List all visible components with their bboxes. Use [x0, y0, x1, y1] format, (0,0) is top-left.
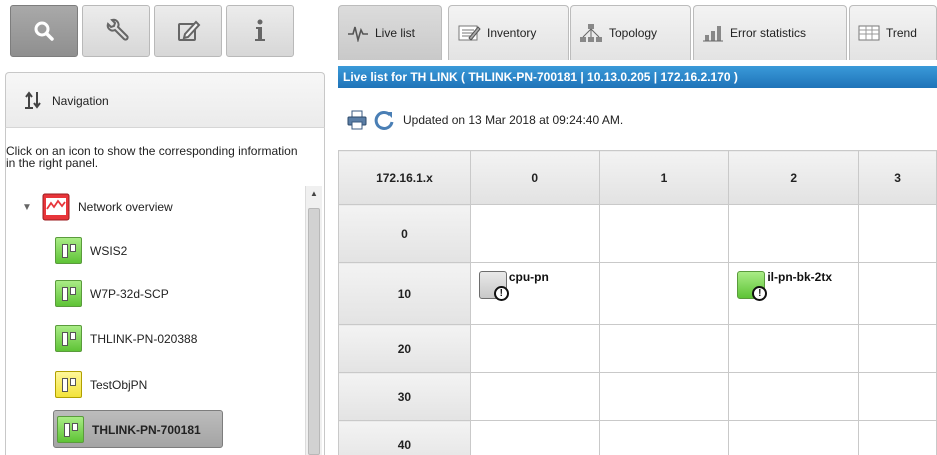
tab-label: Error statistics [730, 26, 807, 40]
device-warning-icon: ! [478, 271, 509, 301]
grid-row-header: 0 [338, 204, 471, 263]
grid-row-header: 30 [338, 372, 471, 421]
print-icon[interactable] [347, 110, 367, 130]
updated-row: Updated on 13 Mar 2018 at 09:24:40 AM. [347, 110, 623, 130]
grid-cell [469, 324, 600, 373]
scrollbar-thumb[interactable] [308, 208, 320, 455]
topology-icon [580, 24, 602, 42]
tree-item-thlink-pn-700181[interactable]: THLINK-PN-700181 [57, 416, 201, 443]
wrench-icon [106, 18, 129, 41]
grid-cell [858, 324, 937, 373]
device-green-icon [55, 325, 82, 352]
tree-item-label: TestObjPN [90, 377, 148, 392]
tree-scrollbar[interactable]: ▲ [305, 186, 322, 455]
grid-cell [598, 204, 730, 263]
trend-icon [858, 25, 880, 41]
refresh-icon[interactable] [373, 109, 395, 131]
grid-cell [598, 324, 730, 373]
grid-column-header: 1 [598, 150, 730, 205]
tree-item-wsis2[interactable]: WSIS2 [55, 237, 127, 264]
tree-item-w7p-32d-scp[interactable]: W7P-32d-SCP [55, 280, 169, 307]
tab-label: Trend [886, 26, 917, 40]
grid-row-header: 40 [338, 420, 471, 455]
grid-column-header: 0 [469, 150, 600, 205]
tab-label: Inventory [487, 26, 537, 40]
device-green-icon [55, 237, 82, 264]
grid-cell [728, 420, 860, 455]
grid-row-header: 10 [338, 262, 471, 325]
grid-cell: ! il-pn-bk-2tx [728, 262, 860, 325]
live-list-grid: 172.16.1.x 0 1 2 3 0 10 ! cpu-pn ! il-pn… [338, 150, 937, 455]
expand-arrow-icon[interactable]: ▼ [22, 202, 34, 213]
grid-cell: ! cpu-pn [469, 262, 600, 325]
device-green-icon [57, 416, 84, 443]
pulse-icon [348, 26, 368, 42]
tab-label: Topology [609, 26, 658, 40]
grid-corner-header: 172.16.1.x [338, 150, 471, 205]
search-button[interactable] [10, 5, 78, 57]
navigation-header: Navigation [5, 72, 325, 127]
live-list-title: Live list for TH LINK ( THLINK-PN-700181… [338, 66, 937, 88]
tab-label: Live list [375, 26, 416, 40]
tree-item-label: THLINK-PN-700181 [92, 422, 201, 437]
grid-cell [858, 262, 937, 325]
grid-column-header: 3 [858, 150, 937, 205]
tab-inventory[interactable]: Inventory [448, 5, 569, 60]
grid-column-header: 2 [728, 150, 860, 205]
grid-cell [728, 324, 860, 373]
updated-text: Updated on 13 Mar 2018 at 09:24:40 AM. [403, 113, 624, 127]
grid-cell [469, 372, 600, 421]
device-yellow-icon [55, 371, 82, 398]
edit-button[interactable] [154, 5, 222, 57]
network-overview-icon [42, 193, 70, 221]
tree-item-testobjpn[interactable]: TestObjPN [55, 371, 147, 398]
grid-cell [728, 372, 860, 421]
sort-arrows-icon [25, 91, 41, 109]
device-green-icon [55, 280, 82, 307]
grid-cell [469, 420, 600, 455]
tree-item-label: THLINK-PN-020388 [90, 331, 198, 346]
left-panel: Navigation Click on an icon to show the … [0, 0, 330, 455]
info-icon [255, 19, 265, 41]
tree-item-network-overview[interactable]: ▼ Network overview [22, 193, 173, 221]
navigation-label: Navigation [52, 94, 109, 108]
info-button[interactable] [226, 5, 294, 57]
tree-item-label: W7P-32d-SCP [90, 286, 169, 301]
navigation-hint: Click on an icon to show the correspondi… [6, 144, 298, 170]
tree-item-label: WSIS2 [90, 243, 128, 258]
grid-cell [598, 262, 730, 325]
device-il-pn-bk-2tx[interactable]: ! il-pn-bk-2tx [737, 270, 837, 301]
grid-cell [598, 372, 730, 421]
tools-button[interactable] [82, 5, 150, 57]
device-cpu-pn[interactable]: ! cpu-pn [478, 270, 549, 301]
grid-cell [858, 420, 937, 455]
scroll-up-arrow-icon[interactable]: ▲ [306, 186, 322, 201]
grid-cell [598, 420, 730, 455]
grid-cell [858, 372, 937, 421]
bar-chart-icon [703, 26, 723, 42]
tab-error-statistics[interactable]: Error statistics [693, 5, 847, 60]
tab-live-list[interactable]: Live list [338, 5, 442, 60]
tree-item-label: Network overview [78, 200, 173, 214]
grid-cell [728, 204, 860, 263]
device-warning-icon: ! [737, 271, 768, 301]
grid-cell [469, 204, 600, 263]
grid-cell [858, 204, 937, 263]
tree-item-thlink-pn-020388[interactable]: THLINK-PN-020388 [55, 325, 197, 352]
device-name: cpu-pn [508, 270, 549, 284]
edit-document-icon [178, 20, 201, 41]
tab-topology[interactable]: Topology [570, 5, 691, 60]
tab-trend[interactable]: Trend [849, 5, 937, 60]
device-name: il-pn-bk-2tx [767, 270, 833, 284]
grid-row-header: 20 [338, 324, 471, 373]
search-icon [34, 21, 54, 41]
inventory-icon [458, 25, 481, 41]
